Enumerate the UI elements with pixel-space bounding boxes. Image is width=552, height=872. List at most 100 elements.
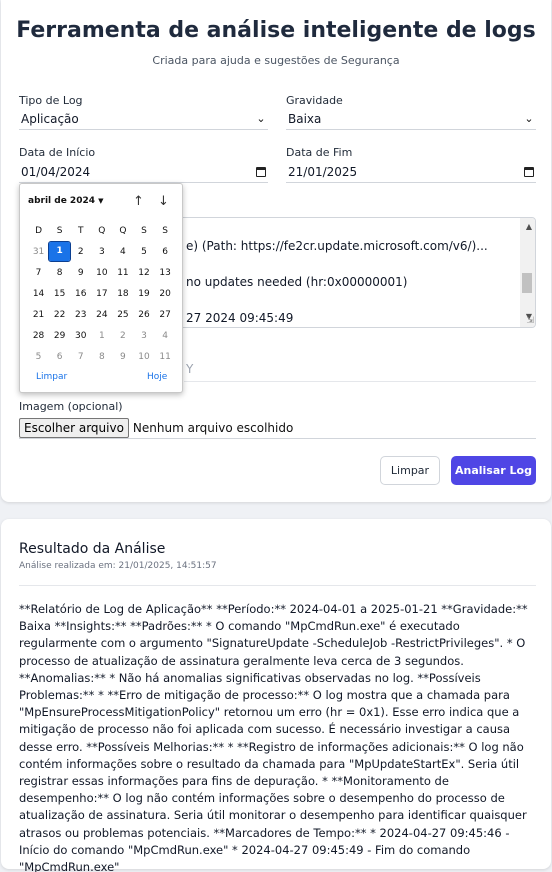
calendar-week-row: 31 1 2 3 4 5 6: [28, 241, 176, 262]
calendar-day[interactable]: 3: [133, 331, 154, 341]
month-year-selector[interactable]: abril de 2024 ▼: [28, 196, 104, 206]
divider: [19, 585, 536, 586]
calendar-day[interactable]: 5: [133, 247, 154, 257]
datepicker-today-button[interactable]: Hoje: [147, 372, 167, 382]
calendar-day[interactable]: 26: [133, 310, 154, 320]
calendar-day[interactable]: 15: [49, 289, 70, 299]
calendar-day[interactable]: 16: [70, 289, 91, 299]
chevron-down-icon: ⌄: [524, 112, 534, 125]
calendar-week-row: 28 29 30 1 2 3 4: [28, 325, 176, 346]
image-file-input[interactable]: Escolher arquivo Nenhum arquivo escolhid…: [19, 417, 536, 439]
calendar-week-row: 21 22 23 24 25 26 27: [28, 304, 176, 325]
page-title: Ferramenta de análise inteligente de log…: [16, 18, 536, 43]
log-line: no updates needed (hr:0x00000001): [186, 275, 408, 289]
page-subtitle: Criada para ajuda e sugestões de Seguran…: [152, 54, 400, 67]
calendar-day[interactable]: 28: [28, 331, 49, 341]
log-type-value: Aplicação: [21, 111, 79, 126]
calendar-day[interactable]: 31: [28, 247, 49, 257]
end-date-label: Data de Fim: [286, 146, 353, 159]
severity-label: Gravidade: [286, 94, 343, 107]
calendar-day[interactable]: 24: [91, 310, 112, 320]
calendar-day[interactable]: 21: [28, 310, 49, 320]
calendar-day[interactable]: 11: [112, 268, 133, 278]
result-card: Resultado da Análise Análise realizada e…: [1, 519, 551, 872]
calendar-day[interactable]: 1: [91, 331, 112, 341]
calendar-day[interactable]: 18: [112, 289, 133, 299]
severity-value: Baixa: [288, 111, 322, 126]
calendar-week-row: 5 6 7 8 9 10 11: [28, 346, 176, 367]
start-date-value: 01/04/2024: [21, 164, 91, 179]
calendar-day[interactable]: 6: [155, 247, 176, 257]
calendar-icon[interactable]: [524, 166, 534, 177]
calendar-day[interactable]: 12: [133, 268, 154, 278]
calendar-day[interactable]: 11: [155, 352, 176, 362]
arrow-up-icon[interactable]: ↑: [133, 194, 144, 209]
result-title: Resultado da Análise: [19, 541, 166, 557]
clear-button[interactable]: Limpar: [380, 456, 440, 485]
calendar-day[interactable]: 19: [133, 289, 154, 299]
calendar-week-row: 14 15 16 17 18 19 20: [28, 283, 176, 304]
calendar-day[interactable]: 9: [112, 352, 133, 362]
result-timestamp: Análise realizada em: 21/01/2025, 14:51:…: [19, 561, 217, 571]
calendar-day[interactable]: 30: [70, 331, 91, 341]
weekday-label: S: [141, 225, 147, 236]
scroll-up-arrow-icon[interactable]: ▲: [526, 222, 532, 231]
start-date-input[interactable]: 01/04/2024: [19, 161, 268, 183]
calendar-day[interactable]: 20: [155, 289, 176, 299]
datepicker-clear-button[interactable]: Limpar: [36, 372, 67, 382]
severity-select[interactable]: Baixa ⌄: [286, 108, 536, 130]
end-date-value: 21/01/2025: [288, 164, 358, 179]
calendar-icon[interactable]: [256, 166, 266, 177]
calendar-day[interactable]: 23: [70, 310, 91, 320]
weekday-label: S: [56, 225, 63, 236]
calendar-day[interactable]: 14: [28, 289, 49, 299]
calendar-day[interactable]: 4: [155, 331, 176, 341]
image-label: Imagem (opcional): [19, 400, 123, 413]
weekday-label: Q: [98, 225, 106, 236]
calendar-day[interactable]: 10: [133, 352, 154, 362]
calendar-day[interactable]: 4: [112, 247, 133, 257]
chevron-down-icon: ⌄: [256, 112, 266, 125]
calendar-day[interactable]: 7: [70, 352, 91, 362]
log-type-label: Tipo de Log: [19, 94, 83, 107]
calendar-day[interactable]: 17: [91, 289, 112, 299]
weekday-label: S: [162, 225, 168, 236]
calendar-week-row: 7 8 9 10 11 12 13: [28, 262, 176, 283]
weekday-header-row: DSTQQSS: [28, 220, 176, 241]
date-picker-popup: abril de 2024 ▼ ↑ ↓ D S T Q Q S S 31 1 2 3 4 5 6 7 8 9 10…: [19, 183, 183, 393]
choose-file-button[interactable]: Escolher arquivo: [19, 417, 129, 438]
calendar-day[interactable]: 8: [49, 268, 70, 278]
caret-down-icon: ▼: [98, 197, 104, 205]
resize-grip-icon[interactable]: ⇲: [526, 316, 534, 326]
weekday-label: D: [35, 225, 43, 236]
calendar-day[interactable]: 5: [28, 352, 49, 362]
calendar-day[interactable]: 2: [112, 331, 133, 341]
textarea-scrollbar[interactable]: ▲ ▼: [520, 218, 535, 327]
analyze-log-button[interactable]: Analisar Log: [451, 456, 536, 485]
scrollbar-thumb[interactable]: [522, 273, 532, 293]
arrow-down-icon[interactable]: ↓: [158, 194, 169, 209]
month-year-label: abril de 2024: [28, 196, 95, 206]
calendar-day[interactable]: 7: [28, 268, 49, 278]
calendar-day[interactable]: 9: [70, 268, 91, 278]
log-line: e) (Path: https://fe2cr.update.microsoft…: [186, 239, 488, 253]
calendar-day[interactable]: 13: [155, 268, 176, 278]
start-date-label: Data de Início: [19, 146, 96, 159]
calendar-grid: D S T Q Q S S 31 1 2 3 4 5 6 7 8 9 10 11 12 13 14 15 16 17 18 19 20…: [28, 220, 176, 367]
partially-hidden-input[interactable]: Y: [184, 362, 536, 382]
calendar-day[interactable]: 10: [91, 268, 112, 278]
calendar-day[interactable]: 1: [48, 241, 72, 262]
calendar-day[interactable]: 29: [49, 331, 70, 341]
calendar-day[interactable]: 3: [91, 247, 112, 257]
file-status-text: Nenhum arquivo escolhido: [132, 420, 294, 435]
log-type-select[interactable]: Aplicação ⌄: [19, 108, 268, 130]
calendar-day[interactable]: 8: [91, 352, 112, 362]
weekday-label: T: [77, 225, 84, 236]
calendar-day[interactable]: 6: [49, 352, 70, 362]
calendar-day[interactable]: 27: [155, 310, 176, 320]
calendar-day[interactable]: 2: [70, 247, 91, 257]
calendar-day[interactable]: 22: [49, 310, 70, 320]
calendar-day[interactable]: 25: [112, 310, 133, 320]
end-date-input[interactable]: 21/01/2025: [286, 161, 536, 183]
result-report-text: **Relatório de Log de Aplicação** **Perí…: [19, 602, 528, 872]
